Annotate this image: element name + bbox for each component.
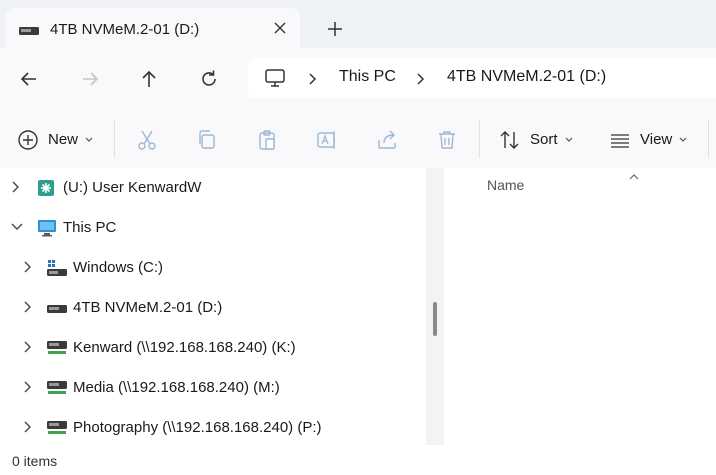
tree-item[interactable]: Photography (\\192.168.168.240) (P:) bbox=[0, 410, 426, 446]
status-bar: 0 items bbox=[0, 445, 716, 475]
chevron-down-icon[interactable] bbox=[678, 132, 688, 156]
drive-icon bbox=[46, 302, 68, 320]
file-list-pane: Name bbox=[444, 168, 716, 445]
rename-icon[interactable] bbox=[315, 128, 339, 152]
tree-item-label: Photography (\\192.168.168.240) (P:) bbox=[73, 419, 322, 436]
refresh-icon[interactable] bbox=[196, 66, 222, 92]
cut-icon[interactable] bbox=[135, 128, 159, 152]
sort-button[interactable]: Sort bbox=[530, 131, 558, 148]
network-drive-icon bbox=[46, 340, 68, 361]
navigation-pane-scrollbar[interactable] bbox=[426, 168, 444, 445]
tab-strip: 4TB NVMeM.2-01 (D:) bbox=[0, 0, 716, 50]
address-bar[interactable]: This PC 4TB NVMeM.2-01 (D:) bbox=[248, 58, 716, 98]
pc-icon bbox=[264, 68, 286, 93]
add-circle-icon[interactable] bbox=[16, 128, 40, 152]
tree-item[interactable]: (U:) User KenwardW bbox=[0, 170, 426, 206]
up-arrow-icon[interactable] bbox=[136, 66, 162, 92]
toolbar-divider bbox=[708, 120, 709, 158]
network-folder-icon bbox=[36, 178, 56, 203]
tree-item[interactable]: Windows (C:) bbox=[0, 250, 426, 286]
tab-active[interactable]: 4TB NVMeM.2-01 (D:) bbox=[6, 8, 300, 50]
new-button[interactable]: New bbox=[48, 131, 78, 148]
tree-item[interactable]: This PC bbox=[0, 210, 426, 246]
item-count: 0 items bbox=[12, 453, 58, 469]
tree-item[interactable]: Kenward (\\192.168.168.240) (K:) bbox=[0, 330, 426, 366]
scrollbar-thumb[interactable] bbox=[433, 302, 437, 336]
navigation-bar: This PC 4TB NVMeM.2-01 (D:) bbox=[0, 48, 716, 110]
breadcrumb-item[interactable]: This PC bbox=[339, 68, 396, 86]
pc-icon bbox=[36, 218, 58, 243]
share-icon[interactable] bbox=[375, 128, 399, 152]
chevron-right-icon[interactable] bbox=[416, 72, 426, 91]
tree-item-label: This PC bbox=[63, 219, 117, 236]
copy-icon[interactable] bbox=[195, 128, 219, 152]
toolbar-divider bbox=[114, 120, 115, 158]
chevron-right-icon[interactable] bbox=[308, 72, 318, 91]
chevron-right-icon[interactable] bbox=[22, 420, 34, 439]
tree-item[interactable]: 4TB NVMeM.2-01 (D:) bbox=[0, 290, 426, 326]
navigation-pane: (U:) User KenwardW This PC Windows (C:) … bbox=[0, 168, 426, 445]
toolbar-divider bbox=[479, 120, 480, 158]
paste-icon[interactable] bbox=[255, 128, 279, 152]
tree-item-label: Media (\\192.168.168.240) (M:) bbox=[73, 379, 280, 396]
chevron-right-icon[interactable] bbox=[22, 260, 34, 279]
sort-caret-icon bbox=[628, 168, 640, 186]
view-button[interactable]: View bbox=[640, 131, 672, 148]
drive-icon bbox=[18, 24, 40, 42]
chevron-down-icon[interactable] bbox=[564, 132, 574, 156]
command-toolbar: New Sort View bbox=[0, 110, 716, 169]
chevron-right-icon[interactable] bbox=[22, 340, 34, 359]
tab-title: 4TB NVMeM.2-01 (D:) bbox=[50, 21, 200, 38]
chevron-right-icon[interactable] bbox=[22, 380, 34, 399]
chevron-right-icon[interactable] bbox=[10, 180, 22, 199]
network-drive-icon bbox=[46, 380, 68, 401]
tree-item-label: (U:) User KenwardW bbox=[63, 179, 202, 196]
sort-icon[interactable] bbox=[498, 128, 522, 152]
chevron-right-icon[interactable] bbox=[22, 300, 34, 319]
new-tab-icon[interactable] bbox=[324, 18, 346, 40]
view-list-icon[interactable] bbox=[608, 128, 632, 152]
forward-arrow-icon[interactable] bbox=[77, 66, 103, 92]
tree-item[interactable]: Media (\\192.168.168.240) (M:) bbox=[0, 370, 426, 406]
tree-item-label: Windows (C:) bbox=[73, 259, 164, 276]
back-arrow-icon[interactable] bbox=[16, 66, 42, 92]
windows-drive-icon bbox=[46, 258, 68, 283]
chevron-down-icon[interactable] bbox=[84, 132, 94, 156]
column-header-name[interactable]: Name bbox=[487, 177, 524, 193]
close-tab-icon[interactable] bbox=[268, 16, 292, 40]
network-drive-icon bbox=[46, 420, 68, 441]
breadcrumb-item[interactable]: 4TB NVMeM.2-01 (D:) bbox=[447, 68, 606, 86]
tree-item-label: 4TB NVMeM.2-01 (D:) bbox=[73, 299, 223, 316]
tree-item-label: Kenward (\\192.168.168.240) (K:) bbox=[73, 339, 296, 356]
delete-icon[interactable] bbox=[435, 128, 459, 152]
chevron-down-icon[interactable] bbox=[10, 220, 24, 238]
